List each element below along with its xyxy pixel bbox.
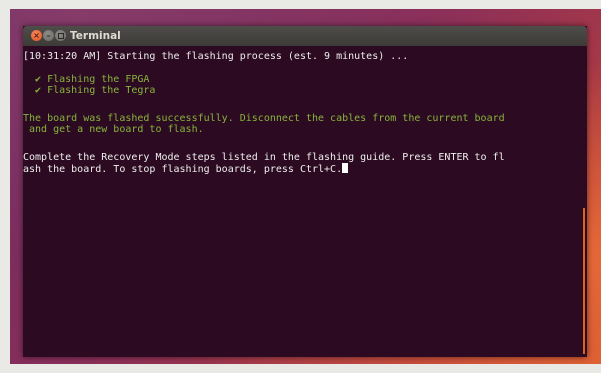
terminal-window[interactable]: × – Terminal [10:31:20 AM] Starting the … bbox=[23, 26, 587, 357]
close-icon[interactable]: × bbox=[31, 30, 42, 41]
window-titlebar[interactable]: × – Terminal bbox=[23, 26, 587, 46]
terminal-line-fpga: ✔ Flashing the FPGA bbox=[23, 74, 150, 85]
terminal-line-instructions-cont: ash the board. To stop flashing boards, … bbox=[23, 163, 349, 175]
terminal-line-success: The board was flashed successfully. Disc… bbox=[23, 113, 505, 124]
desktop-background: × – Terminal [10:31:20 AM] Starting the … bbox=[10, 9, 601, 364]
terminal-line-instructions: Complete the Recovery Mode steps listed … bbox=[23, 152, 505, 163]
terminal-prompt-text: ash the board. To stop flashing boards, … bbox=[23, 164, 343, 175]
scrollbar[interactable] bbox=[583, 208, 585, 354]
terminal-output[interactable]: [10:31:20 AM] Starting the flashing proc… bbox=[23, 46, 587, 357]
terminal-line-tegra: ✔ Flashing the Tegra bbox=[23, 85, 156, 96]
text-cursor bbox=[342, 163, 349, 173]
terminal-line-success-cont: and get a new board to flash. bbox=[23, 124, 204, 135]
maximize-icon[interactable] bbox=[55, 30, 66, 41]
window-title: Terminal bbox=[70, 30, 121, 42]
minimize-icon[interactable]: – bbox=[43, 30, 54, 41]
terminal-line-start: [10:31:20 AM] Starting the flashing proc… bbox=[23, 51, 409, 62]
